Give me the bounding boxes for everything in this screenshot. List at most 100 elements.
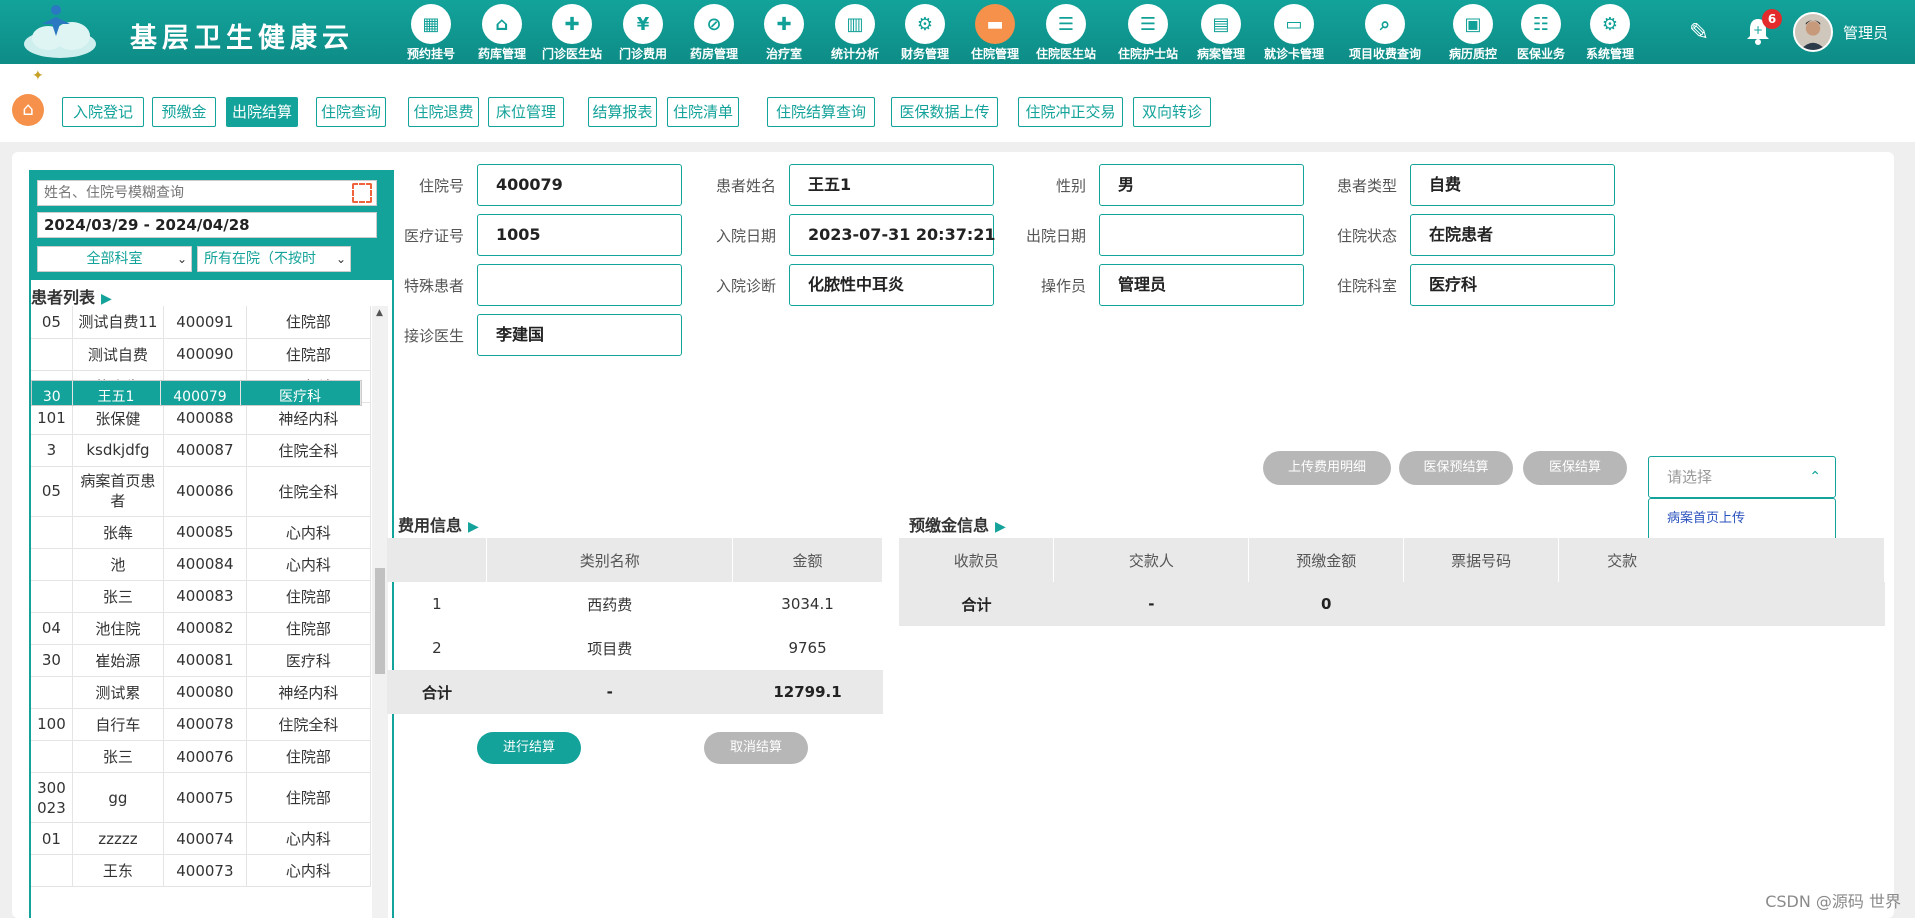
- cell-bed: [31, 516, 73, 549]
- table-row[interactable]: 测试自费 400090 住院部: [31, 338, 372, 371]
- table-row[interactable]: 01 zzzzz 400074 心内科: [31, 822, 372, 855]
- dropdown-option[interactable]: 病案首页上传: [1649, 503, 1835, 534]
- dept-select[interactable]: 全部科室 ⌄: [37, 246, 192, 272]
- cell-dept: 住院部: [246, 612, 372, 645]
- field-zhuyuanhao[interactable]: 400079: [477, 164, 682, 206]
- column-header: 票据号码: [1403, 538, 1560, 582]
- yibao-pre-settle-button[interactable]: 医保预结算: [1399, 451, 1513, 485]
- field-zhuyuanzhuangtai[interactable]: 在院患者: [1410, 214, 1615, 256]
- tab-item[interactable]: 住院查询: [316, 97, 386, 127]
- triangle-right-icon: ▶: [468, 519, 479, 535]
- cell-idx: 2: [432, 639, 442, 657]
- tab-item[interactable]: 住院结算查询: [767, 97, 875, 127]
- pencil-icon[interactable]: ✎: [1685, 18, 1713, 46]
- table-row[interactable]: 3 ksdkjdfg 400087 住院全科: [31, 434, 372, 467]
- cancel-settle-button[interactable]: 取消结算: [704, 732, 808, 764]
- search-input[interactable]: [38, 181, 328, 205]
- tab-item[interactable]: 住院清单: [667, 97, 739, 127]
- field-huanzhexingming[interactable]: 王五1: [789, 164, 994, 206]
- field-ruyuanriqi[interactable]: 2023-07-31 20:37:21: [789, 214, 996, 256]
- field-huanzheleixing[interactable]: 自费: [1410, 164, 1615, 206]
- total-payer: -: [1053, 582, 1249, 626]
- status-select[interactable]: 所有在院（不按时 ⌄: [197, 246, 351, 272]
- cell-name: 项目费: [587, 639, 633, 658]
- table-row[interactable]: 05 测试自费11 400091 住院部: [31, 306, 372, 339]
- tab-item[interactable]: 住院冲正交易: [1018, 97, 1123, 127]
- scan-icon[interactable]: [352, 183, 372, 203]
- tab-item[interactable]: 住院退费: [408, 97, 479, 127]
- nav-item[interactable]: ☰ 住院医生站: [1031, 0, 1101, 64]
- table-row[interactable]: 101 张保健 400088 神经内科: [31, 402, 372, 435]
- field-xingbie[interactable]: 男: [1099, 164, 1304, 206]
- cell-dept: 住院部: [246, 338, 372, 371]
- top-header: 基层卫生健康云 ▦ 预约挂号 ⌂ 药库管理 ✚ 门诊医生站 ¥ 门诊费用 ⊘ 药房管理 ✚ 治疗室 ▥ 统…: [0, 0, 1915, 64]
- table-row[interactable]: 100 自行车 400078 住院全科: [31, 708, 372, 741]
- field-caozuoyuan[interactable]: 管理员: [1099, 264, 1304, 306]
- table-row[interactable]: 张三 400076 住院部: [31, 740, 372, 773]
- avatar[interactable]: [1793, 12, 1833, 52]
- field-zhuyuankeshi[interactable]: 医疗科: [1410, 264, 1615, 306]
- field-teshuhuanzhe[interactable]: [477, 264, 682, 306]
- cell-name: 张三: [72, 740, 164, 773]
- cell-name: 王东: [72, 854, 164, 887]
- nav-item[interactable]: ⌕ 项目收费查询: [1349, 0, 1421, 64]
- cell-bed: 100: [31, 708, 73, 741]
- tab-item[interactable]: 结算报表: [588, 97, 657, 127]
- table-row[interactable]: 张犇 400085 心内科: [31, 516, 372, 549]
- table-row[interactable]: 05 病案首页患者 400086 住院全科: [31, 466, 372, 517]
- cell-bed: [31, 338, 73, 371]
- warehouse-icon: ⌂: [482, 4, 522, 44]
- cell-name: 张保健: [72, 402, 164, 435]
- table-row[interactable]: 30 王五1 400079 医疗科: [31, 380, 362, 406]
- tab-item[interactable]: 预缴金: [152, 97, 216, 127]
- nav-item[interactable]: ⚙ 系统管理: [1575, 0, 1645, 64]
- scroll-up-icon[interactable]: ▲: [376, 308, 383, 318]
- tab-item[interactable]: 双向转诊: [1133, 97, 1211, 127]
- triangle-right-icon: ▶: [995, 519, 1006, 535]
- search-box[interactable]: [37, 180, 377, 206]
- tab-item[interactable]: 入院登记: [62, 97, 144, 127]
- cell-dept: 医疗科: [246, 644, 372, 677]
- yibao-settle-button[interactable]: 医保结算: [1523, 451, 1627, 485]
- cell-no: 400075: [163, 772, 247, 823]
- username[interactable]: 管理员: [1843, 22, 1888, 43]
- cell-dept: 神经内科: [246, 676, 372, 709]
- cell-name: 崔始源: [72, 644, 164, 677]
- field-chuyuanriqi[interactable]: [1099, 214, 1304, 256]
- field-ruyuanzhenduan[interactable]: 化脓性中耳炎: [789, 264, 994, 306]
- tab-item[interactable]: 出院结算: [226, 97, 298, 127]
- field-yiliaozhenghao[interactable]: 1005: [477, 214, 682, 256]
- label-zhuyuankeshi: 住院科室: [1336, 277, 1397, 295]
- table-row[interactable]: 300023 gg 400075 住院部: [31, 772, 372, 823]
- table-row[interactable]: 王东 400073 心内科: [31, 854, 372, 887]
- watermark: CSDN @源码 世界: [1765, 892, 1901, 911]
- scroll-thumb[interactable]: [375, 568, 385, 674]
- cell-amount: 9765: [788, 639, 827, 657]
- tab-item[interactable]: 医保数据上传: [891, 97, 998, 127]
- tab-item[interactable]: 床位管理: [488, 97, 564, 127]
- cell-bed: 05: [31, 306, 73, 339]
- cloud-logo-icon: [24, 5, 96, 58]
- table-row[interactable]: 张三 400083 住院部: [31, 580, 372, 613]
- settle-button[interactable]: 进行结算: [477, 732, 581, 764]
- date-range-input[interactable]: 2024/03/29 - 2024/04/28: [37, 212, 377, 238]
- nav-item[interactable]: ▭ 就诊卡管理: [1259, 0, 1329, 64]
- operation-select[interactable]: 请选择 ⌃: [1648, 456, 1836, 498]
- cell-bed: [31, 854, 73, 887]
- label-yiliaozhenghao: 医疗证号: [403, 227, 464, 245]
- cell-bed: 30: [31, 644, 73, 677]
- app-title: 基层卫生健康云: [130, 23, 354, 54]
- broom-icon[interactable]: ✦: [32, 68, 44, 84]
- chevron-up-icon: ⌃: [1809, 469, 1821, 485]
- field-jiezhenyisheng[interactable]: 李建国: [477, 314, 682, 356]
- table-row[interactable]: 04 池住院 400082 住院部: [31, 612, 372, 645]
- sidebar-scrollbar[interactable]: ▲: [372, 306, 388, 918]
- home-icon[interactable]: ⌂: [12, 94, 44, 126]
- table-row[interactable]: 池 400084 心内科: [31, 548, 372, 581]
- cell-no: 400090: [163, 338, 247, 371]
- cell-dept: 心内科: [246, 548, 372, 581]
- upload-fee-detail-button[interactable]: 上传费用明细: [1263, 451, 1391, 485]
- patient-list-label: 患者列表: [31, 288, 96, 307]
- table-row[interactable]: 30 崔始源 400081 医疗科: [31, 644, 372, 677]
- table-row[interactable]: 测试累 400080 神经内科: [31, 676, 372, 709]
